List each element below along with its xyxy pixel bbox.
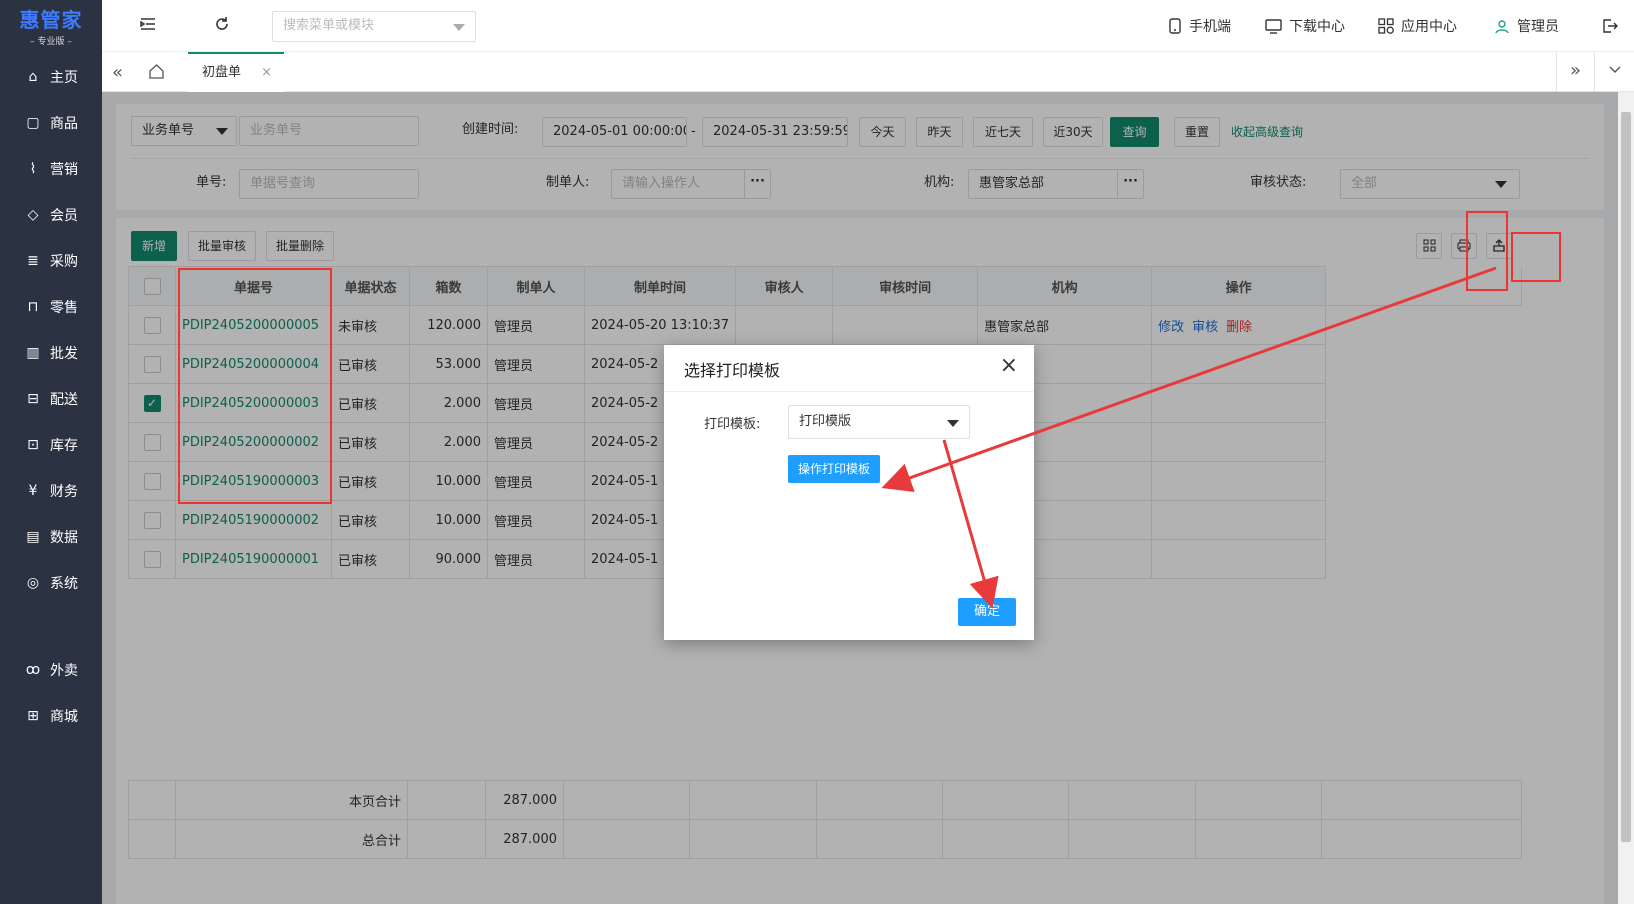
annotation-arrows [881,266,1497,609]
